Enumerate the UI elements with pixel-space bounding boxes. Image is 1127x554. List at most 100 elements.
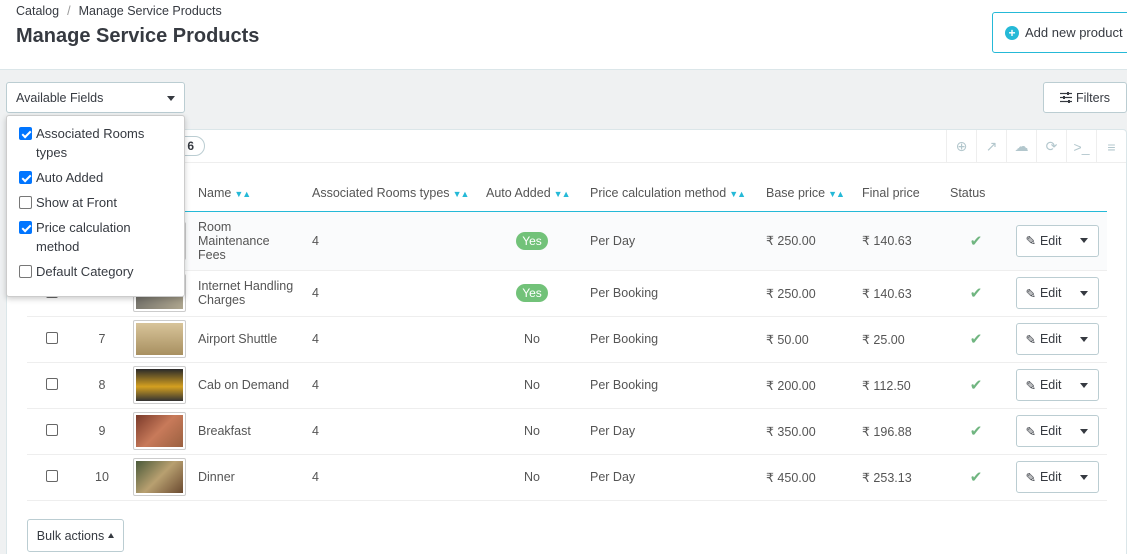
sort-arrows-icon[interactable]: ▼▲: [554, 189, 571, 199]
sort-arrows-icon[interactable]: ▼▲: [453, 189, 470, 199]
export-icon[interactable]: ↗: [976, 130, 1006, 163]
status-check-icon[interactable]: ✔: [970, 469, 983, 486]
column-auto-added[interactable]: Auto Added ▼▲: [480, 175, 584, 212]
row-checkbox[interactable]: [46, 423, 58, 436]
table-row: Internet Handling Charges 4 Yes Per Book…: [27, 270, 1107, 317]
associated-rooms-count: 4: [306, 454, 480, 501]
status-check-icon[interactable]: ✔: [970, 285, 983, 302]
edit-dropdown-toggle[interactable]: [1070, 226, 1098, 256]
final-price: ₹ 140.63: [856, 211, 944, 271]
terminal-icon[interactable]: >_: [1066, 130, 1096, 163]
sort-arrows-icon[interactable]: ▼▲: [729, 189, 746, 199]
add-new-product-button[interactable]: + Add new product: [992, 12, 1127, 53]
status-check-icon[interactable]: ✔: [970, 423, 983, 440]
edit-dropdown-toggle[interactable]: [1070, 416, 1098, 446]
final-price: ₹ 25.00: [856, 316, 944, 363]
field-option-associated-rooms-types[interactable]: Associated Rooms types: [19, 124, 176, 162]
base-price: ₹ 350.00: [760, 408, 856, 455]
field-checkbox[interactable]: [19, 196, 32, 209]
field-checkbox[interactable]: [19, 171, 32, 184]
edit-button[interactable]: ✎ Edit: [1017, 278, 1069, 308]
refresh-icon[interactable]: ⟳: [1036, 130, 1066, 163]
edit-button-group: ✎ Edit: [1016, 323, 1099, 355]
field-checkbox[interactable]: [19, 127, 32, 140]
pencil-icon: ✎: [1025, 332, 1036, 347]
available-fields-dropdown: Associated Rooms types Auto Added Show a…: [6, 115, 185, 297]
edit-dropdown-toggle[interactable]: [1070, 324, 1098, 354]
pencil-icon: ✎: [1025, 234, 1036, 248]
row-checkbox[interactable]: [46, 469, 58, 482]
database-icon[interactable]: ≡: [1096, 130, 1126, 163]
add-new-product-label: Add new product: [1025, 25, 1123, 40]
auto-added-value: No: [480, 362, 584, 409]
edit-dropdown-toggle[interactable]: [1070, 278, 1098, 308]
auto-added-badge: Yes: [516, 231, 548, 250]
edit-dropdown-toggle[interactable]: [1070, 462, 1098, 492]
row-id: 10: [77, 454, 127, 501]
row-id: 9: [77, 408, 127, 455]
caret-down-icon: [1079, 336, 1088, 342]
price-calculation-method: Per Day: [584, 454, 760, 501]
price-calculation-method: Per Booking: [584, 270, 760, 317]
associated-rooms-count: 4: [306, 362, 480, 409]
edit-button[interactable]: ✎ Edit: [1017, 324, 1069, 354]
product-thumbnail: [133, 366, 186, 404]
edit-button-group: ✎ Edit: [1016, 461, 1099, 493]
product-name: Cab on Demand: [192, 362, 306, 409]
caret-down-icon: [1079, 290, 1088, 296]
edit-button[interactable]: ✎ Edit: [1017, 416, 1069, 446]
sort-arrows-icon[interactable]: ▼▲: [828, 189, 845, 199]
caret-down-icon: [1079, 474, 1088, 480]
bulk-actions-label: Bulk actions: [36, 528, 105, 543]
status-check-icon[interactable]: ✔: [970, 377, 983, 394]
status-check-icon[interactable]: ✔: [970, 331, 983, 348]
column-final-price: Final price: [856, 175, 944, 212]
table-row: 9 Breakfast 4 No Per Day ₹ 350.00 ₹ 196.…: [27, 408, 1107, 455]
column-associated-rooms-types[interactable]: Associated Rooms types ▼▲: [306, 175, 480, 212]
row-id: 7: [77, 316, 127, 363]
product-name: Internet Handling Charges: [192, 270, 306, 317]
sort-arrows-icon[interactable]: ▼▲: [234, 189, 251, 199]
field-option-auto-added[interactable]: Auto Added: [19, 168, 176, 187]
edit-button[interactable]: ✎ Edit: [1017, 226, 1069, 256]
field-checkbox[interactable]: [19, 221, 32, 234]
breadcrumb-catalog-link[interactable]: Catalog: [16, 4, 59, 18]
field-option-default-category[interactable]: Default Category: [19, 262, 176, 281]
row-checkbox[interactable]: [46, 331, 58, 344]
edit-button-group: ✎ Edit: [1016, 415, 1099, 447]
price-calculation-method: Per Day: [584, 408, 760, 455]
field-checkbox[interactable]: [19, 265, 32, 278]
caret-down-icon: [1079, 382, 1088, 388]
auto-added-badge: Yes: [516, 284, 548, 302]
edit-dropdown-toggle[interactable]: [1070, 370, 1098, 400]
cloud-upload-icon[interactable]: ☁: [1006, 130, 1036, 163]
breadcrumb: Catalog / Manage Service Products: [16, 4, 222, 18]
field-option-show-at-front[interactable]: Show at Front: [19, 193, 176, 212]
column-base-price[interactable]: Base price ▼▲: [760, 175, 856, 212]
products-table: Name ▼▲ Associated Rooms types ▼▲ Auto Add…: [27, 175, 1107, 501]
bulk-actions-button[interactable]: Bulk actions: [27, 519, 124, 552]
column-status: Status: [944, 175, 1008, 212]
associated-rooms-count: 4: [306, 316, 480, 363]
column-price-calculation-method[interactable]: Price calculation method ▼▲: [584, 175, 760, 212]
associated-rooms-count: 4: [306, 270, 480, 317]
edit-button[interactable]: ✎ Edit: [1017, 462, 1069, 492]
column-name[interactable]: Name ▼▲: [192, 175, 306, 212]
plus-circle-icon: +: [1005, 25, 1019, 40]
field-option-price-calculation-method[interactable]: Price calculation method: [19, 218, 176, 256]
status-check-icon[interactable]: ✔: [970, 233, 983, 250]
breadcrumb-current: Manage Service Products: [78, 4, 222, 18]
caret-down-icon: [1079, 238, 1088, 243]
final-price: ₹ 140.63: [856, 270, 944, 317]
filters-button[interactable]: Filters: [1043, 82, 1127, 113]
filters-label: Filters: [1075, 90, 1111, 105]
breadcrumb-separator: /: [67, 4, 71, 18]
edit-button[interactable]: ✎ Edit: [1017, 370, 1069, 400]
auto-added-value: No: [480, 454, 584, 501]
price-calculation-method: Per Day: [584, 211, 760, 271]
base-price: ₹ 250.00: [760, 211, 856, 271]
available-fields-select[interactable]: Available Fields: [6, 82, 185, 113]
row-id: 8: [77, 362, 127, 409]
add-circle-icon[interactable]: ⊕: [946, 130, 976, 163]
row-checkbox[interactable]: [46, 377, 58, 390]
